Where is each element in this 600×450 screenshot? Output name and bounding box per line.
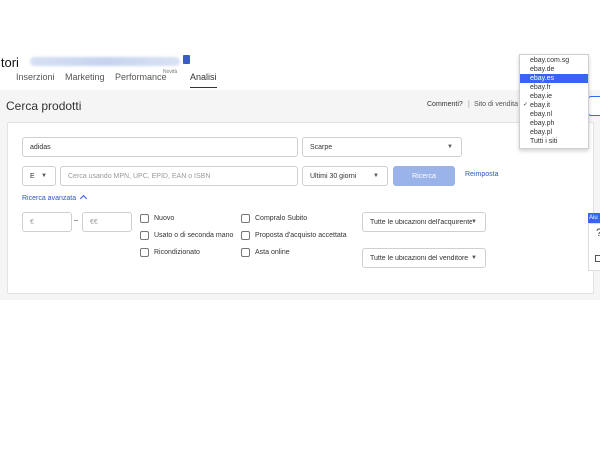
checkbox-icon[interactable] — [241, 231, 250, 240]
chevron-down-icon: ▼ — [471, 255, 477, 261]
product-id-input[interactable]: Cerca usando MPN, UPC, EPID, EAN o ISBN — [60, 166, 298, 186]
checkbox-icon[interactable] — [140, 214, 149, 223]
checkbox-icon[interactable] — [140, 231, 149, 240]
period-select[interactable]: Ultimi 30 giorni ▼ — [302, 166, 388, 186]
format-best-offer-checkbox[interactable]: Proposta d'acquisto accettata — [241, 231, 347, 240]
seller-location-value: Tutte le ubicazioni del venditore — [370, 254, 469, 262]
separator: | — [468, 101, 470, 108]
site-option[interactable]: ebay.com.sg — [520, 56, 588, 65]
tab-performance[interactable]: Performance Novità — [115, 69, 177, 82]
tab-analisi[interactable]: Analisi — [190, 72, 217, 88]
keyword-value: adidas — [30, 143, 51, 151]
category-select[interactable]: Scarpe ▼ — [302, 137, 462, 157]
category-value: Scarpe — [310, 143, 333, 151]
chevron-down-icon: ▼ — [471, 219, 477, 225]
site-option[interactable]: ebay.de — [520, 65, 588, 74]
tab-marketing[interactable]: Marketing — [65, 72, 105, 82]
format-buy-now-checkbox[interactable]: Compralo Subito — [241, 214, 307, 223]
product-id-placeholder: Cerca usando MPN, UPC, EPID, EAN o ISBN — [68, 172, 211, 180]
site-option[interactable]: ebay.ph — [520, 119, 588, 128]
buyer-location-value: Tutte le ubicazioni dell'acquirente — [370, 218, 472, 226]
condition-used-checkbox[interactable]: Usato o di seconda mano — [140, 231, 233, 240]
seller-location-select[interactable]: Tutte le ubicazioni del venditore ▼ — [362, 248, 486, 268]
format-label: Proposta d'acquisto accettata — [255, 232, 347, 239]
checkbox-icon[interactable] — [241, 214, 250, 223]
condition-label: Ricondizionato — [154, 249, 200, 256]
id-type-select[interactable]: E ▼ — [22, 166, 56, 186]
site-dropdown-menu: ebay.com.sg ebay.de ebay.es ebay.fr ebay… — [519, 54, 589, 149]
buyer-location-select[interactable]: Tutte le ubicazioni dell'acquirente ▼ — [362, 212, 486, 232]
price-max-input[interactable]: €€ — [82, 212, 132, 232]
advanced-search-label: Ricerca avanzata — [22, 195, 77, 202]
condition-label: Usato o di seconda mano — [154, 232, 234, 239]
format-label: Compralo Subito — [255, 215, 308, 222]
checkbox-icon[interactable] — [140, 248, 149, 257]
site-option-all[interactable]: Tutti i siti — [520, 137, 588, 146]
help-tab[interactable]: Aiu — [588, 213, 600, 223]
checkmark-icon: ✓ — [523, 102, 529, 108]
page-header-title: itori — [0, 55, 19, 70]
tab-performance-label: Performance — [115, 72, 167, 82]
badge-icon[interactable] — [183, 55, 190, 64]
price-range-dash: – — [74, 217, 78, 224]
site-option-highlighted[interactable]: ebay.es — [520, 74, 588, 83]
chevron-up-icon — [80, 194, 88, 203]
keyword-input[interactable]: adidas — [22, 137, 298, 157]
checkbox-icon[interactable] — [241, 248, 250, 257]
reset-link[interactable]: Reimposta — [465, 171, 498, 178]
tab-inserzioni[interactable]: Inserzioni — [16, 72, 55, 82]
format-auction-checkbox[interactable]: Asta online — [241, 248, 290, 257]
period-value: Ultimi 30 giorni — [310, 172, 357, 180]
account-name-blurred — [30, 57, 180, 66]
chevron-down-icon: ▼ — [447, 144, 453, 150]
site-option[interactable]: ebay.pl — [520, 128, 588, 137]
price-min-input[interactable]: € — [22, 212, 72, 232]
site-option[interactable]: ebay.fr — [520, 83, 588, 92]
site-option[interactable]: ebay.ie — [520, 92, 588, 101]
site-option[interactable]: ebay.nl — [520, 110, 588, 119]
search-button[interactable]: Ricerca — [393, 166, 455, 186]
site-selector[interactable] — [588, 96, 600, 116]
site-option-label: ebay.it — [530, 102, 551, 109]
feedback-link[interactable]: Commenti? — [427, 101, 463, 108]
help-icon[interactable]: ? — [596, 227, 600, 239]
page-title: Cerca prodotti — [6, 99, 82, 113]
condition-refurbished-checkbox[interactable]: Ricondizionato — [140, 248, 200, 257]
top-strip — [0, 0, 600, 54]
condition-label: Nuovo — [154, 215, 175, 222]
new-badge: Novità — [163, 69, 178, 75]
site-option-selected[interactable]: ✓ ebay.it — [520, 101, 588, 110]
chevron-down-icon: ▼ — [41, 173, 47, 179]
advanced-search-toggle[interactable]: Ricerca avanzata — [22, 194, 88, 203]
id-type-value: E — [30, 172, 35, 180]
chevron-down-icon: ▼ — [373, 173, 379, 179]
price-min-placeholder: € — [30, 218, 34, 226]
format-label: Asta online — [255, 249, 290, 256]
document-icon[interactable] — [595, 255, 600, 262]
site-selector-label: Sito di vendita — [474, 101, 518, 108]
condition-new-checkbox[interactable]: Nuovo — [140, 214, 174, 223]
price-max-placeholder: €€ — [90, 218, 98, 226]
